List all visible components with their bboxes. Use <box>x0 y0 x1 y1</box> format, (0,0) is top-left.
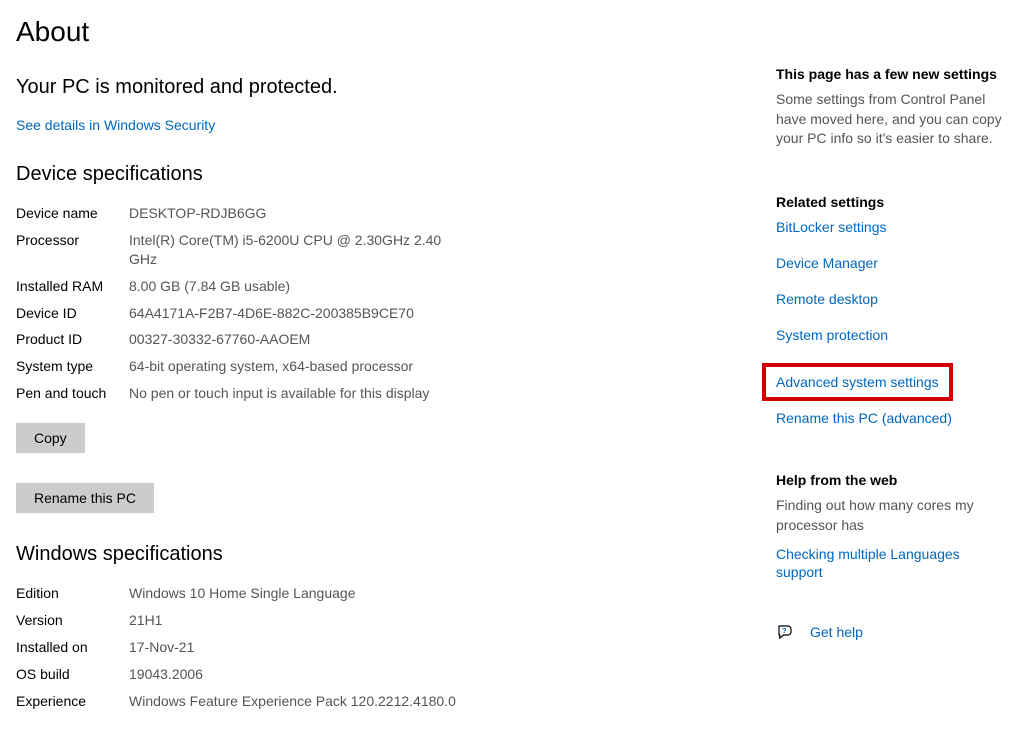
spec-label: Installed on <box>16 638 129 657</box>
page-title: About <box>16 16 736 48</box>
spec-row: Version 21H1 <box>16 611 456 630</box>
spec-row: Installed on 17-Nov-21 <box>16 638 456 657</box>
protection-status: Your PC is monitored and protected. <box>16 76 736 99</box>
spec-row: Edition Windows 10 Home Single Language <box>16 584 456 603</box>
spec-row: Product ID 00327-30332-67760-AAOEM <box>16 330 456 349</box>
advanced-system-settings-link[interactable]: Advanced system settings <box>776 373 939 391</box>
rename-pc-button[interactable]: Rename this PC <box>16 483 154 513</box>
spec-label: Installed RAM <box>16 277 129 296</box>
copy-button[interactable]: Copy <box>16 423 85 453</box>
rename-pc-advanced-link[interactable]: Rename this PC (advanced) <box>776 409 1005 427</box>
spec-value: 64-bit operating system, x64-based proce… <box>129 357 456 376</box>
new-settings-description: Some settings from Control Panel have mo… <box>776 90 1005 149</box>
spec-value: 00327-30332-67760-AAOEM <box>129 330 456 349</box>
bitlocker-link[interactable]: BitLocker settings <box>776 218 1005 236</box>
help-topic: Finding out how many cores my processor … <box>776 496 1005 535</box>
related-settings-heading: Related settings <box>776 194 1005 210</box>
spec-value: 21H1 <box>129 611 456 630</box>
spec-label: Device ID <box>16 304 129 323</box>
spec-label: OS build <box>16 665 129 684</box>
spec-row: Pen and touch No pen or touch input is a… <box>16 384 456 403</box>
get-help-label: Get help <box>810 624 863 640</box>
spec-value: Windows 10 Home Single Language <box>129 584 456 603</box>
spec-value: No pen or touch input is available for t… <box>129 384 456 403</box>
spec-label: Version <box>16 611 129 630</box>
get-help-link[interactable]: ? Get help <box>776 623 1005 641</box>
spec-value: 64A4171A-F2B7-4D6E-882C-200385B9CE70 <box>129 304 456 323</box>
spec-row: OS build 19043.2006 <box>16 665 456 684</box>
get-help-icon: ? <box>776 623 794 641</box>
device-specs-heading: Device specifications <box>16 163 736 186</box>
device-manager-link[interactable]: Device Manager <box>776 254 1005 272</box>
device-specs-table: Device name DESKTOP-RDJB6GG Processor In… <box>16 204 456 403</box>
help-web-heading: Help from the web <box>776 472 1005 488</box>
spec-value: 19043.2006 <box>129 665 456 684</box>
svg-text:?: ? <box>782 626 787 635</box>
spec-label: System type <box>16 357 129 376</box>
spec-value: 8.00 GB (7.84 GB usable) <box>129 277 456 296</box>
windows-specs-heading: Windows specifications <box>16 543 736 566</box>
windows-specs-table: Edition Windows 10 Home Single Language … <box>16 584 456 710</box>
spec-row: System type 64-bit operating system, x64… <box>16 357 456 376</box>
language-support-link[interactable]: Checking multiple Languages support <box>776 545 1005 581</box>
new-settings-heading: This page has a few new settings <box>776 66 1005 82</box>
spec-value: DESKTOP-RDJB6GG <box>129 204 456 223</box>
spec-label: Processor <box>16 231 129 269</box>
spec-value: Intel(R) Core(TM) i5-6200U CPU @ 2.30GHz… <box>129 231 456 269</box>
spec-label: Product ID <box>16 330 129 349</box>
spec-label: Pen and touch <box>16 384 129 403</box>
spec-row: Experience Windows Feature Experience Pa… <box>16 692 456 711</box>
spec-row: Processor Intel(R) Core(TM) i5-6200U CPU… <box>16 231 456 269</box>
remote-desktop-link[interactable]: Remote desktop <box>776 290 1005 308</box>
spec-row: Device name DESKTOP-RDJB6GG <box>16 204 456 223</box>
system-protection-link[interactable]: System protection <box>776 326 1005 344</box>
windows-security-link[interactable]: See details in Windows Security <box>16 117 215 133</box>
spec-label: Device name <box>16 204 129 223</box>
spec-value: 17-Nov-21 <box>129 638 456 657</box>
spec-value: Windows Feature Experience Pack 120.2212… <box>129 692 456 711</box>
spec-label: Edition <box>16 584 129 603</box>
highlighted-box: Advanced system settings <box>762 363 953 401</box>
spec-row: Device ID 64A4171A-F2B7-4D6E-882C-200385… <box>16 304 456 323</box>
spec-row: Installed RAM 8.00 GB (7.84 GB usable) <box>16 277 456 296</box>
spec-label: Experience <box>16 692 129 711</box>
